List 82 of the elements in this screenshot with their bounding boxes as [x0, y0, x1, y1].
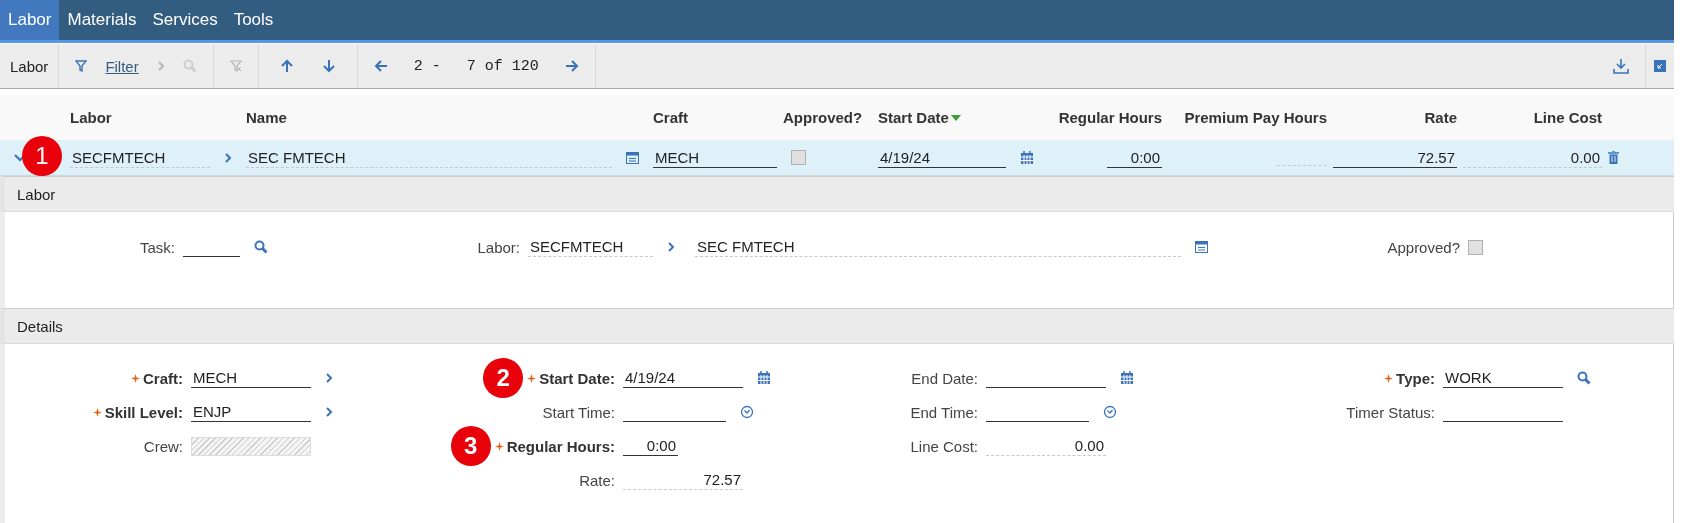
filter-link[interactable]: Filter: [105, 57, 139, 75]
arrow-down-icon[interactable]: [322, 59, 335, 73]
link-field[interactable]: SECFMTECH: [70, 147, 210, 168]
nav-tab[interactable]: Tools: [225, 0, 282, 40]
required-star-icon: [527, 373, 537, 383]
text-field[interactable]: MECH: [653, 147, 777, 168]
field-label: Skill Level:: [104, 403, 183, 421]
required-star-icon: [494, 441, 504, 451]
field-label: Type:: [1396, 369, 1435, 387]
section-title: Details: [17, 317, 63, 335]
column-header[interactable]: Approved?: [783, 109, 863, 126]
field-label: Regular Hours:: [506, 437, 615, 455]
arrow-left-icon[interactable]: [373, 60, 388, 72]
link-field[interactable]: MECH: [191, 368, 311, 388]
number-field[interactable]: 0.00: [986, 436, 1106, 456]
field-label: End Date:: [911, 369, 978, 387]
search-icon[interactable]: [1577, 371, 1591, 385]
column-header[interactable]: Line Cost: [1533, 109, 1602, 126]
field-label: Timer Status:: [1346, 403, 1435, 421]
required-star-icon: [1384, 373, 1394, 383]
field-label: Task:: [140, 238, 175, 256]
calendar-icon[interactable]: [1120, 371, 1134, 385]
date-field[interactable]: 4/19/24: [878, 147, 1006, 168]
sort-descending-icon[interactable]: [950, 114, 961, 121]
number-field[interactable]: 0:00: [1107, 147, 1162, 168]
chevron-right-icon[interactable]: [325, 372, 333, 384]
trash-icon[interactable]: [1608, 151, 1619, 164]
column-header[interactable]: Regular Hours: [1058, 109, 1162, 126]
number-field[interactable]: 72.57: [623, 470, 743, 490]
number-field[interactable]: 0.00: [1463, 147, 1602, 168]
link-field[interactable]: SECFMTECH: [528, 237, 653, 257]
lookup-field[interactable]: WORK: [1443, 368, 1563, 388]
field-label: Crew:: [143, 437, 183, 455]
list-icon[interactable]: [626, 151, 639, 164]
nav-tab[interactable]: Labor: [0, 0, 60, 40]
chevron-right-icon[interactable]: [667, 241, 675, 253]
callout-badge: 3: [450, 426, 491, 466]
column-header[interactable]: Start Date: [878, 109, 949, 126]
callout-badge: 2: [483, 358, 524, 398]
record-range: 2 -: [413, 57, 441, 75]
field-label: Start Date:: [539, 369, 615, 387]
checkbox[interactable]: [791, 150, 806, 165]
callout-badge: 1: [22, 136, 62, 176]
text-field[interactable]: SEC FMTECH: [695, 237, 1181, 257]
clock-icon[interactable]: [1103, 405, 1117, 419]
date-field[interactable]: 4/19/24: [623, 368, 743, 388]
required-star-icon: [131, 373, 140, 383]
field-label: Approved?: [1387, 238, 1460, 256]
link-field[interactable]: ENJP: [191, 402, 311, 422]
download-icon[interactable]: [1613, 58, 1629, 74]
nav-tab[interactable]: Materials: [59, 0, 145, 40]
field-label: Start Time:: [542, 403, 615, 421]
column-header[interactable]: Rate: [1424, 109, 1457, 126]
minimize-window-icon[interactable]: [1654, 60, 1666, 72]
column-header[interactable]: Labor: [70, 109, 112, 126]
arrow-right-icon[interactable]: [564, 60, 579, 72]
text-field[interactable]: SEC FMTECH: [246, 147, 612, 168]
column-header[interactable]: Premium Pay Hours: [1184, 109, 1327, 126]
chevron-right-icon[interactable]: [325, 406, 333, 418]
field-label: End Time:: [910, 403, 978, 421]
record-count: 7 of 120: [466, 57, 539, 75]
column-header[interactable]: Craft: [653, 109, 688, 126]
field-label: Craft:: [143, 369, 183, 387]
arrow-up-icon[interactable]: [280, 59, 293, 73]
required-star-icon: [92, 407, 102, 417]
column-header[interactable]: Name: [246, 109, 287, 126]
chevron-right-icon[interactable]: [224, 151, 232, 164]
nav-tab[interactable]: Services: [144, 0, 226, 40]
checkbox[interactable]: [1468, 239, 1483, 255]
field-label: Rate:: [579, 471, 615, 489]
field-label: Labor:: [477, 238, 520, 256]
number-field[interactable]: 72.57: [1333, 147, 1457, 168]
section-title: Labor: [17, 185, 56, 203]
number-field[interactable]: 0:00: [623, 436, 678, 456]
calendar-icon[interactable]: [757, 371, 771, 385]
filter-icon[interactable]: [75, 60, 88, 72]
clock-icon[interactable]: [740, 405, 754, 419]
search-icon[interactable]: [254, 240, 268, 254]
list-icon[interactable]: [1195, 241, 1208, 253]
field-label: Line Cost:: [910, 437, 978, 455]
toolbar-title: Labor: [10, 57, 49, 75]
calendar-icon[interactable]: [1020, 150, 1034, 165]
